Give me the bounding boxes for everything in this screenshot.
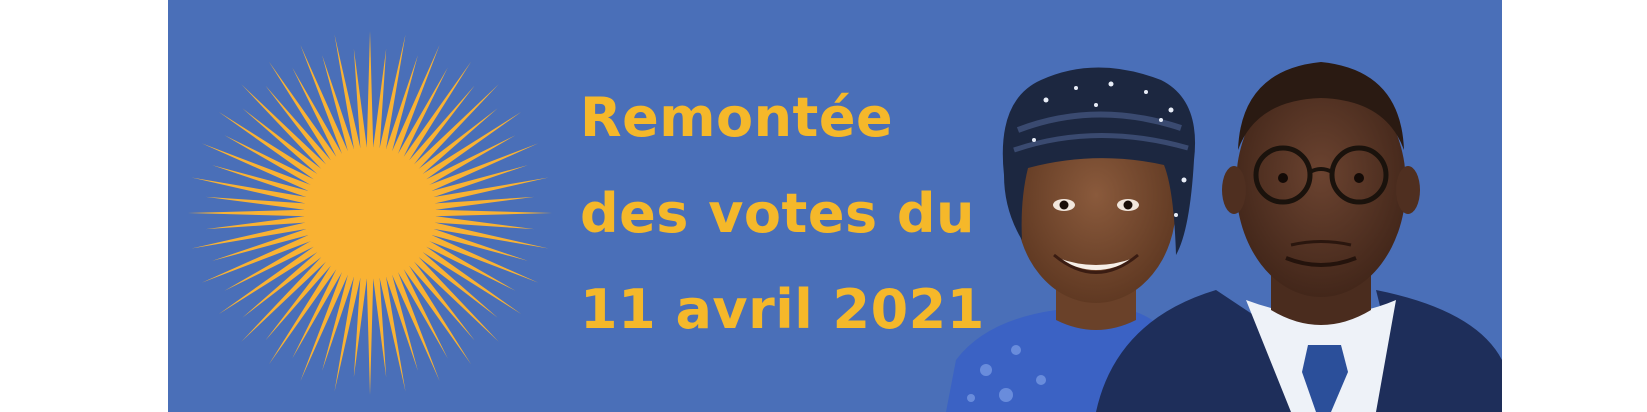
headline: Remontée des votes du 11 avril 2021 [580,70,985,358]
headline-line-3: 11 avril 2021 [580,278,985,341]
sun-icon [188,31,552,395]
candidates-portrait [946,62,1502,412]
campaign-banner: Remontée des votes du 11 avril 2021 [168,0,1502,412]
headline-line-2: des votes du [580,182,975,245]
headline-line-1: Remontée [580,86,894,149]
